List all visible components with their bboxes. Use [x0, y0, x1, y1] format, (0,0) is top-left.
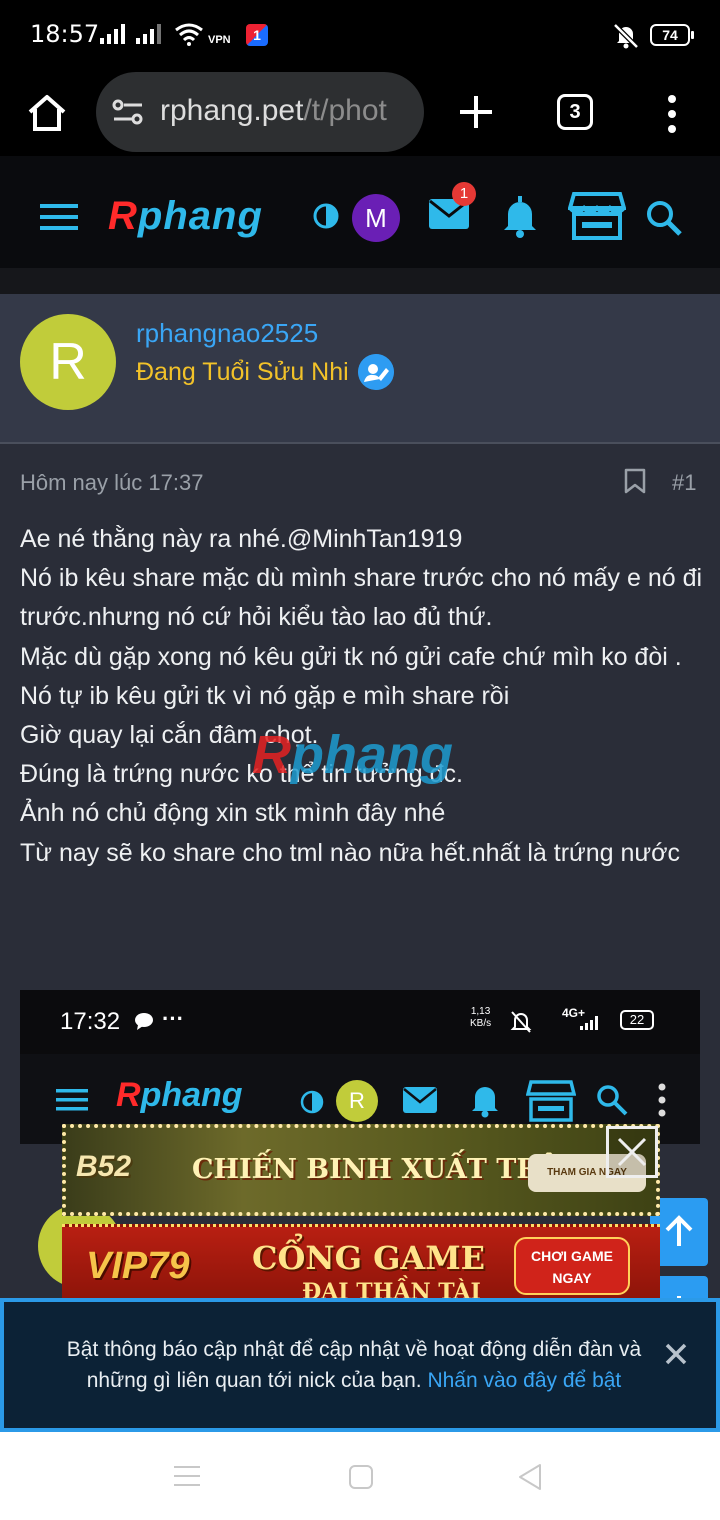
screenshot-logo: Rphang [116, 1076, 243, 1115]
theme-toggle-icon [300, 1090, 324, 1114]
ad-banner-vip79[interactable]: VIP79 CỔNG GAME ĐẠI THẦN TÀI CHƠI GAME NG… [62, 1224, 660, 1300]
mute-icon [510, 1011, 532, 1033]
recents-icon[interactable] [174, 1464, 202, 1488]
verified-badge-icon [358, 354, 394, 390]
post-line: Ảnh nó chủ động xin stk mình đây nhé [20, 799, 446, 828]
chat-icon [135, 1013, 153, 1030]
hamburger-icon[interactable] [40, 202, 80, 232]
post-line: Ae né thằng này ra nhé.@MinhTan1919 [20, 525, 463, 553]
signal-icon [136, 22, 161, 44]
ad-cta[interactable]: CHƠI GAME NGAY [514, 1237, 630, 1295]
post-author-block: R rphangnao2525 Đang Tuổi Sửu Nhi [0, 294, 720, 444]
back-icon[interactable] [516, 1462, 544, 1492]
screenshot-status-bar: 17:32 ··· 1,13 KB/s 4G+ 22 [20, 990, 700, 1054]
speed-unit: KB/s [470, 1018, 492, 1029]
browser-toolbar: rphang.pet/t/phot 3 [0, 70, 720, 156]
screenshot-dots: ··· [162, 1006, 184, 1031]
notice-message: Bật thông báo cập nhật để cập nhật về ho… [44, 1334, 664, 1396]
push-notice: Bật thông báo cập nhật để cập nhật về ho… [0, 1298, 720, 1432]
post-number[interactable]: #1 [672, 470, 696, 496]
url-path: /t/phot [303, 94, 387, 127]
signal-icon [100, 22, 125, 44]
author-username[interactable]: rphangnao2525 [136, 318, 318, 349]
search-icon [597, 1085, 628, 1116]
bell-icon [472, 1087, 498, 1118]
screenshot-speed: 1,13 KB/s [470, 1006, 491, 1030]
speed-value: 1,13 [470, 1006, 491, 1017]
url-host: rphang.pet [160, 94, 304, 127]
screenshot-avatar: R [336, 1080, 378, 1122]
watermark-r: R [252, 725, 291, 785]
more-icon [658, 1083, 666, 1117]
logo-r: R [108, 194, 138, 238]
ad-banner-b52[interactable]: B52 CHIẾN BINH XUẤT TRẬN THAM GIA NGAY [62, 1124, 660, 1216]
ad-cta-line: NGAY [552, 1270, 592, 1286]
logo-rest: phang [137, 194, 263, 238]
more-icon[interactable] [662, 94, 682, 134]
ad-close-button[interactable] [606, 1126, 658, 1178]
address-bar[interactable]: rphang.pet/t/phot [96, 72, 424, 152]
bookmark-icon[interactable] [624, 468, 646, 494]
post-line: Mặc dù gặp xong nó kêu gửi tk nó gửi caf… [20, 642, 682, 671]
inbox-badge: 1 [452, 182, 476, 206]
ad-headline: CỔNG GAME [252, 1239, 486, 1277]
ad-headline: CHIẾN BINH XUẤT TRẬN [192, 1154, 585, 1185]
logo-rest: phang [140, 1076, 243, 1114]
battery-icon: 74 [650, 24, 694, 46]
notice-enable-link[interactable]: Nhấn vào đây để bật [427, 1369, 621, 1392]
close-icon[interactable] [664, 1342, 688, 1366]
author-avatar[interactable]: R [20, 314, 116, 410]
logo-r: R [116, 1076, 141, 1114]
watermark-rest: phang [291, 725, 453, 785]
close-icon [617, 1137, 647, 1167]
home-icon[interactable] [26, 92, 68, 134]
screenshot-time: 17:32 [60, 1008, 121, 1035]
post-line: Nó ib kêu share mặc dù mình share trước … [20, 564, 703, 632]
url-text: rphang.pet/t/phot [160, 94, 387, 128]
site-logo[interactable]: Rphang [108, 194, 263, 239]
system-nav-bar [0, 1432, 720, 1520]
vpn-icon: VPN [208, 34, 231, 46]
author-title: Đang Tuổi Sửu Nhi [136, 358, 349, 386]
signal-icon [580, 1016, 598, 1030]
ad-subheadline: ĐẠI THẦN TÀI [302, 1279, 481, 1300]
mail-icon [403, 1087, 437, 1113]
status-bar: 18:57 VPN 1 74 [0, 0, 720, 70]
screenshot-battery: 22 [620, 1010, 654, 1030]
ad-logo: B52 [76, 1150, 132, 1183]
status-time: 18:57 [30, 20, 100, 48]
site-header: Rphang M 1 [0, 156, 720, 268]
home-nav-icon[interactable] [348, 1464, 374, 1490]
site-settings-icon[interactable] [112, 98, 144, 126]
account-avatar[interactable]: M [352, 194, 400, 242]
bell-icon[interactable] [500, 194, 540, 238]
app-icon: 1 [246, 24, 268, 46]
post-line: Nó tự ib kêu gửi tk vì nó gặp e mìh shar… [20, 681, 510, 710]
hamburger-icon [56, 1089, 88, 1111]
post-content: Ae né thằng này ra nhé.@MinhTan1919 Nó i… [20, 520, 705, 873]
watermark-logo: Rphang [252, 724, 453, 786]
ad-cta-line: CHƠI GAME [531, 1248, 613, 1264]
mute-icon [613, 23, 639, 49]
header-divider [0, 268, 720, 294]
ad-logo: VIP79 [86, 1245, 190, 1287]
theme-toggle-icon[interactable] [312, 202, 340, 230]
tab-switcher-icon[interactable]: 3 [557, 94, 593, 130]
new-tab-icon[interactable] [456, 92, 496, 132]
wifi-icon [175, 23, 203, 46]
search-icon[interactable] [646, 200, 682, 236]
post-line: Từ nay sẽ ko share cho tml nào nữa hết.n… [20, 838, 681, 867]
post-timestamp[interactable]: Hôm nay lúc 17:37 [20, 470, 203, 496]
store-icon [526, 1080, 576, 1122]
store-icon[interactable] [568, 192, 626, 240]
